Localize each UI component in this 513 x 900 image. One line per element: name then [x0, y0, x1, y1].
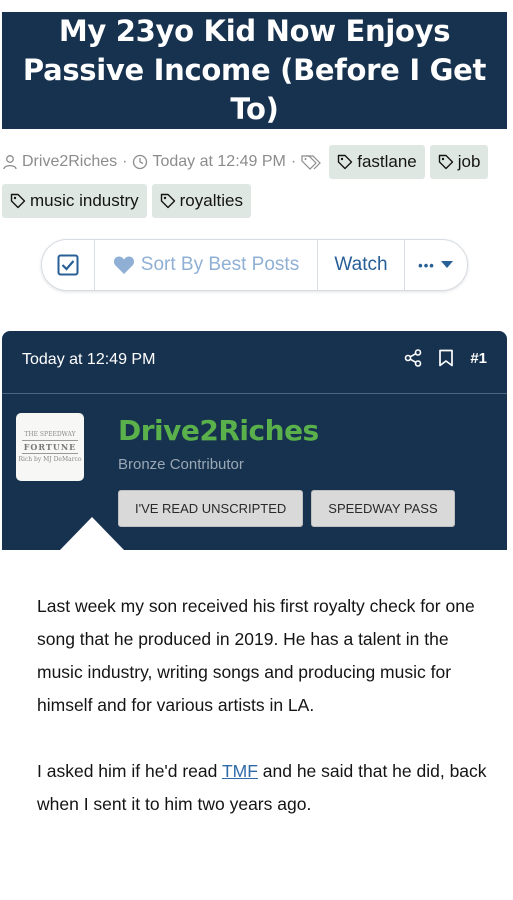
- watch-button[interactable]: Watch: [318, 240, 405, 290]
- tag-fastlane[interactable]: fastlane: [329, 145, 425, 179]
- tag-label: job: [457, 152, 481, 171]
- sort-label: Sort By Best Posts: [140, 254, 300, 275]
- tag-label: music industry: [30, 191, 139, 210]
- post-paragraph: Last week my son received his first roya…: [37, 596, 475, 715]
- tag-label: fastlane: [357, 152, 417, 171]
- author-name[interactable]: Drive2Riches: [22, 153, 117, 171]
- heart-icon: [113, 256, 134, 274]
- user-title: Bronze Contributor: [118, 456, 244, 473]
- tag-icon: [160, 193, 175, 209]
- sort-best-posts-button[interactable]: Sort By Best Posts: [95, 240, 318, 290]
- avatar-main-text: FORTUNE: [21, 440, 79, 454]
- thread-date[interactable]: Today at 12:49 PM: [152, 153, 285, 171]
- post-date[interactable]: Today at 12:49 PM: [22, 351, 155, 369]
- tags-icon: [301, 155, 322, 170]
- checkbox-icon: [57, 254, 79, 276]
- tag-royalties[interactable]: royalties: [151, 184, 251, 218]
- clock-icon: [133, 154, 148, 170]
- bookmark-icon[interactable]: [438, 349, 454, 367]
- thread-title-bar: My 23yo Kid Now Enjoys Passive Income (B…: [2, 12, 507, 129]
- badge-speedway-pass: SPEEDWAY PASS: [311, 490, 455, 527]
- share-icon[interactable]: [404, 349, 422, 367]
- tag-label: royalties: [179, 191, 243, 210]
- tmf-link[interactable]: TMF: [222, 761, 258, 781]
- avatar-bottom-text: Rich by MJ DeMarco: [18, 456, 82, 463]
- user-badges: I'VE READ UNSCRIPTED SPEEDWAY PASS: [118, 490, 455, 527]
- tag-icon: [438, 154, 453, 170]
- post-body: Last week my son received his first roya…: [37, 590, 487, 854]
- post-arrow-notch: [60, 517, 124, 550]
- caret-down-icon: [440, 261, 453, 268]
- tag-job[interactable]: job: [429, 145, 489, 179]
- more-label: •••: [418, 257, 435, 273]
- watch-label: Watch: [334, 254, 388, 275]
- avatar-top-text: THE SPEEDWAY: [24, 431, 76, 438]
- post-username[interactable]: Drive2Riches: [118, 414, 319, 447]
- thread-title: My 23yo Kid Now Enjoys Passive Income (B…: [22, 14, 487, 126]
- tag-icon: [338, 154, 353, 170]
- post-paragraph: I asked him if he'd read TMF and he said…: [37, 755, 487, 821]
- meta-separator: ·: [122, 153, 128, 170]
- post-number[interactable]: #1: [470, 350, 487, 367]
- tag-music-industry[interactable]: music industry: [2, 184, 147, 218]
- avatar[interactable]: THE SPEEDWAY FORTUNE Rich by MJ DeMarco: [16, 413, 84, 481]
- post-actions: #1: [404, 349, 487, 367]
- date-meta[interactable]: Today at 12:49 PM: [132, 144, 286, 180]
- more-options-button[interactable]: •••: [405, 240, 467, 290]
- tag-icon: [10, 193, 26, 209]
- select-checkbox[interactable]: [42, 240, 95, 290]
- user-icon: [3, 155, 17, 170]
- post-divider: [2, 393, 507, 394]
- meta-separator: ·: [290, 153, 297, 170]
- author-meta[interactable]: Drive2Riches: [2, 144, 117, 180]
- thread-meta: Drive2Riches · Today at 12:49 PM · fastl…: [2, 144, 507, 218]
- thread-toolbar: Sort By Best Posts Watch •••: [41, 239, 468, 291]
- badge-read-unscripted: I'VE READ UNSCRIPTED: [118, 490, 304, 527]
- paragraph-text: I asked him if he'd read: [37, 761, 222, 781]
